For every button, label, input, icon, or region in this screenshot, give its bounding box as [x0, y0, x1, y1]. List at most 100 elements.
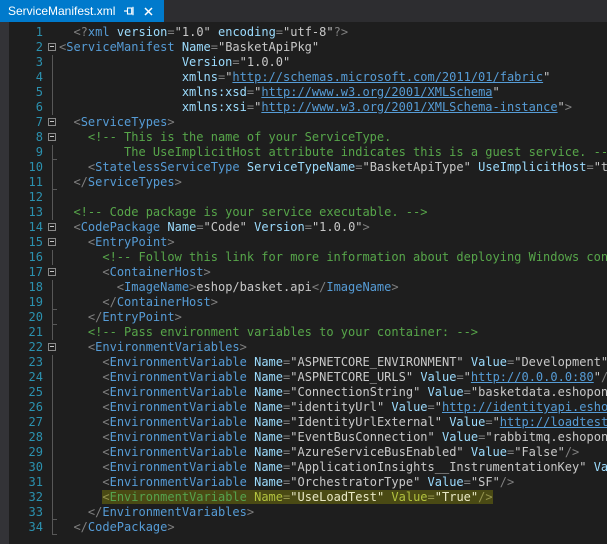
line-number: 27	[0, 415, 47, 430]
code-line-23[interactable]: 23 <EnvironmentVariable Name="ASPNETCORE…	[0, 355, 607, 370]
line-number: 15	[0, 235, 47, 250]
code-text: <EnvironmentVariable Name="UseLoadTest" …	[59, 490, 607, 505]
code-editor[interactable]: 1 <?xml version="1.0" encoding="utf-8"?>…	[0, 22, 607, 544]
code-line-11[interactable]: 11 </ServiceTypes>	[0, 175, 607, 190]
fold-margin	[47, 415, 59, 430]
fold-collapse-button[interactable]	[47, 40, 59, 55]
code-line-18[interactable]: 18 <ImageName>eshop/basket.api</ImageNam…	[0, 280, 607, 295]
code-line-20[interactable]: 20 </EntryPoint>	[0, 310, 607, 325]
code-text: The UseImplicitHost attribute indicates …	[59, 145, 607, 160]
code-line-6[interactable]: 6 xmlns:xsi="http://www.w3.org/2001/XMLS…	[0, 100, 607, 115]
fold-margin	[47, 355, 59, 370]
fold-margin	[47, 85, 59, 100]
line-number: 21	[0, 325, 47, 340]
code-text: xmlns="http://schemas.microsoft.com/2011…	[59, 70, 607, 85]
line-number: 1	[0, 25, 47, 40]
fold-margin	[47, 190, 59, 205]
code-text: <EnvironmentVariable Name="ASPNETCORE_EN…	[59, 355, 607, 370]
code-line-19[interactable]: 19 </ContainerHost>	[0, 295, 607, 310]
code-text: <EnvironmentVariable Name="OrchestratorT…	[59, 475, 607, 490]
code-text: <ServiceManifest Name="BasketApiPkg"	[59, 40, 607, 55]
code-line-25[interactable]: 25 <EnvironmentVariable Name="Connection…	[0, 385, 607, 400]
code-line-5[interactable]: 5 xmlns:xsd="http://www.w3.org/2001/XMLS…	[0, 85, 607, 100]
code-line-33[interactable]: 33 </EnvironmentVariables>	[0, 505, 607, 520]
code-line-24[interactable]: 24 <EnvironmentVariable Name="ASPNETCORE…	[0, 370, 607, 385]
fold-margin	[47, 505, 59, 520]
fold-margin	[47, 370, 59, 385]
code-line-9[interactable]: 9 The UseImplicitHost attribute indicate…	[0, 145, 607, 160]
code-line-34[interactable]: 34 </CodePackage>	[0, 520, 607, 535]
line-number: 2	[0, 40, 47, 55]
pin-icon[interactable]	[122, 5, 135, 18]
fold-collapse-button[interactable]	[47, 220, 59, 235]
code-line-21[interactable]: 21 <!-- Pass environment variables to yo…	[0, 325, 607, 340]
code-text: <!-- Pass environment variables to your …	[59, 325, 607, 340]
code-text: <ImageName>eshop/basket.api</ImageName>	[59, 280, 607, 295]
code-text: <EntryPoint>	[59, 235, 607, 250]
fold-margin	[47, 55, 59, 70]
fold-margin	[47, 460, 59, 475]
fold-collapse-button[interactable]	[47, 130, 59, 145]
code-line-27[interactable]: 27 <EnvironmentVariable Name="IdentityUr…	[0, 415, 607, 430]
code-line-10[interactable]: 10 <StatelessServiceType ServiceTypeName…	[0, 160, 607, 175]
code-text: <CodePackage Name="Code" Version="1.0.0"…	[59, 220, 607, 235]
code-line-29[interactable]: 29 <EnvironmentVariable Name="AzureServi…	[0, 445, 607, 460]
code-line-28[interactable]: 28 <EnvironmentVariable Name="EventBusCo…	[0, 430, 607, 445]
fold-margin	[47, 520, 59, 535]
code-text: <!-- This is the name of your ServiceTyp…	[59, 130, 607, 145]
code-line-2[interactable]: 2 <ServiceManifest Name="BasketApiPkg"	[0, 40, 607, 55]
code-text: </ContainerHost>	[59, 295, 607, 310]
line-number: 29	[0, 445, 47, 460]
line-number: 7	[0, 115, 47, 130]
code-line-15[interactable]: 15 <EntryPoint>	[0, 235, 607, 250]
line-number: 4	[0, 70, 47, 85]
code-text: <EnvironmentVariable Name="AzureServiceB…	[59, 445, 607, 460]
line-number: 32	[0, 490, 47, 505]
line-number: 28	[0, 430, 47, 445]
code-line-4[interactable]: 4 xmlns="http://schemas.microsoft.com/20…	[0, 70, 607, 85]
line-number: 24	[0, 370, 47, 385]
code-text: </CodePackage>	[59, 520, 607, 535]
line-number: 22	[0, 340, 47, 355]
fold-margin	[47, 445, 59, 460]
code-line-8[interactable]: 8 <!-- This is the name of your ServiceT…	[0, 130, 607, 145]
fold-margin	[47, 475, 59, 490]
line-number: 33	[0, 505, 47, 520]
code-text	[59, 190, 607, 205]
code-line-12[interactable]: 12	[0, 190, 607, 205]
code-line-1[interactable]: 1 <?xml version="1.0" encoding="utf-8"?>	[0, 25, 607, 40]
code-line-26[interactable]: 26 <EnvironmentVariable Name="identityUr…	[0, 400, 607, 415]
tab-service-manifest[interactable]: ServiceManifest.xml	[0, 0, 164, 22]
fold-collapse-button[interactable]	[47, 235, 59, 250]
code-text: <EnvironmentVariables>	[59, 340, 607, 355]
code-text: <?xml version="1.0" encoding="utf-8"?>	[59, 25, 607, 40]
tab-bar: ServiceManifest.xml	[0, 0, 607, 22]
fold-collapse-button[interactable]	[47, 265, 59, 280]
code-line-16[interactable]: 16 <!-- Follow this link for more inform…	[0, 250, 607, 265]
line-number: 23	[0, 355, 47, 370]
code-line-7[interactable]: 7 <ServiceTypes>	[0, 115, 607, 130]
code-line-13[interactable]: 13 <!-- Code package is your service exe…	[0, 205, 607, 220]
line-number: 34	[0, 520, 47, 535]
code-line-30[interactable]: 30 <EnvironmentVariable Name="Applicatio…	[0, 460, 607, 475]
line-number: 17	[0, 265, 47, 280]
fold-collapse-button[interactable]	[47, 340, 59, 355]
code-text: </EntryPoint>	[59, 310, 607, 325]
close-icon[interactable]	[142, 5, 155, 18]
fold-margin	[47, 100, 59, 115]
code-text: Version="1.0.0"	[59, 55, 607, 70]
code-line-32[interactable]: 32 <EnvironmentVariable Name="UseLoadTes…	[0, 490, 607, 505]
code-line-3[interactable]: 3 Version="1.0.0"	[0, 55, 607, 70]
line-number: 30	[0, 460, 47, 475]
fold-margin	[47, 70, 59, 85]
fold-margin	[47, 205, 59, 220]
code-text: <StatelessServiceType ServiceTypeName="B…	[59, 160, 607, 175]
fold-collapse-button[interactable]	[47, 115, 59, 130]
fold-margin	[47, 160, 59, 175]
code-line-31[interactable]: 31 <EnvironmentVariable Name="Orchestrat…	[0, 475, 607, 490]
code-text: <!-- Follow this link for more informati…	[59, 250, 607, 265]
code-line-17[interactable]: 17 <ContainerHost>	[0, 265, 607, 280]
code-line-14[interactable]: 14 <CodePackage Name="Code" Version="1.0…	[0, 220, 607, 235]
code-line-22[interactable]: 22 <EnvironmentVariables>	[0, 340, 607, 355]
line-number: 3	[0, 55, 47, 70]
